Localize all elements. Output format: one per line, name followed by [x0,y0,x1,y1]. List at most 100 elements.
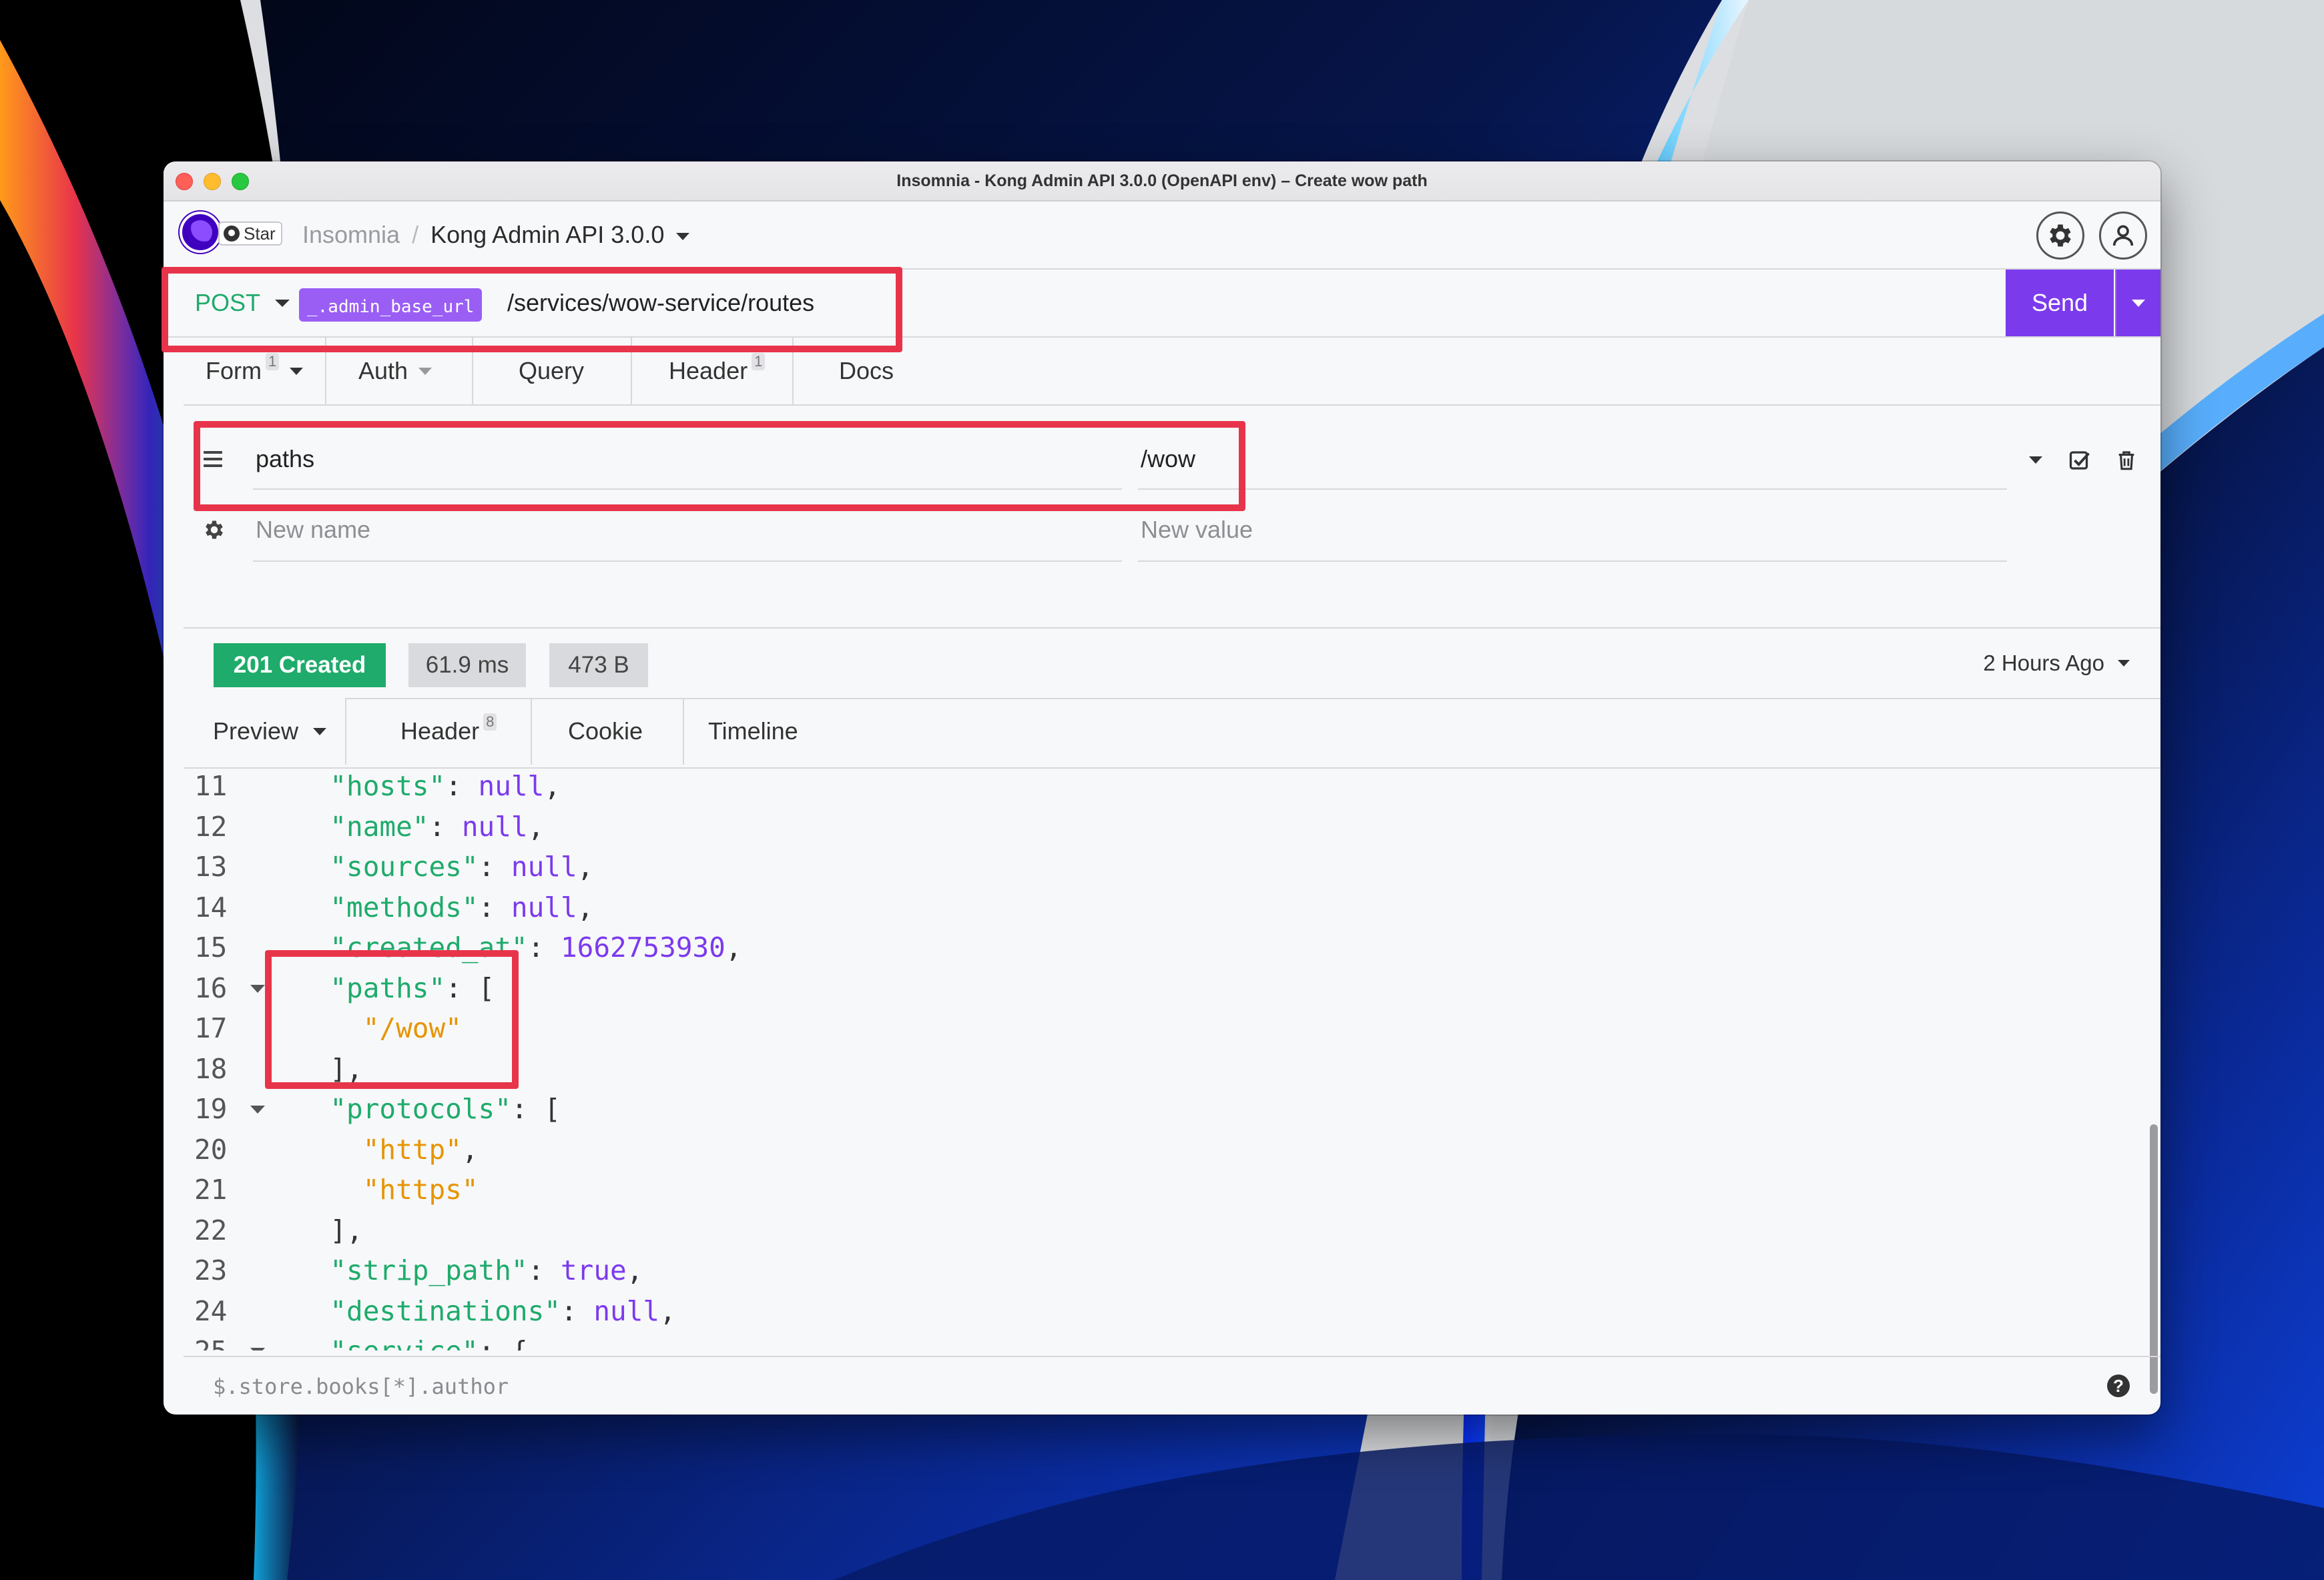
tab-response-header[interactable]: Header 8 [400,698,497,765]
chevron-down-icon [2132,299,2145,307]
app-window: Insomnia - Kong Admin API 3.0.0 (OpenAPI… [164,161,2160,1415]
url-input[interactable]: /services/wow-service/routes [507,270,814,336]
close-window-button[interactable] [176,173,193,190]
breadcrumb-separator: / [412,221,419,248]
breadcrumb: Insomnia / Kong Admin API 3.0.0 [302,202,690,268]
response-history-dropdown[interactable]: 2 Hours Ago [1983,629,2130,698]
code-token: ], [297,1052,363,1085]
code-line: 24 "destinations": null, [184,1291,2160,1331]
window-controls [176,173,249,190]
code-line: 21 "https" [184,1170,2160,1210]
response-time-badge: 61.9 ms [408,643,526,687]
settings-button[interactable] [2036,212,2084,260]
drag-handle-icon[interactable] [204,451,222,471]
tab-timeline[interactable]: Timeline [708,698,798,765]
tab-header[interactable]: Header 1 [669,338,766,404]
tab-count: 1 [266,353,280,370]
code-text: "/wow" [297,1008,462,1048]
response-filter-input[interactable]: $.store.books[*].author [213,1357,509,1415]
response-filter-bar: $.store.books[*].author ? [184,1356,2160,1415]
code-token: "sources" [330,851,479,883]
chevron-down-icon [290,367,304,375]
tab-cookie[interactable]: Cookie [568,698,643,765]
tab-auth[interactable]: Auth [358,338,432,404]
status-badge: 201 Created [214,643,386,687]
response-body-viewer[interactable]: 11 "hosts": null, 12 "name": null, 13 "sou… [184,767,2160,1350]
code-line: 18 ], [184,1049,2160,1089]
code-text: "hosts": null, [297,767,561,806]
tab-count: 1 [752,353,766,370]
code-token: : [428,810,462,843]
minimize-window-button[interactable] [204,173,221,190]
insomnia-logo-icon[interactable] [180,212,221,253]
cog-icon[interactable] [202,518,226,542]
code-token: "name" [330,810,429,843]
env-variable-tag[interactable]: _.admin_base_url [299,288,483,322]
line-number: 22 [194,1214,228,1246]
response-tabs: Preview Header 8 Cookie Timeline [184,698,2160,769]
url-bar: POST _.admin_base_url /services/wow-serv… [164,270,2160,338]
code-token: : [478,891,511,923]
code-token: true [560,1254,627,1286]
send-options-button[interactable] [2115,270,2160,336]
code-token: : [ [511,1093,561,1125]
code-text: "https" [297,1170,479,1210]
code-line: 16 "paths": [ [184,968,2160,1008]
line-number: 17 [194,1012,228,1044]
tab-preview[interactable]: Preview [184,698,346,765]
code-token: , [577,851,594,883]
response-scrollbar[interactable] [2150,1124,2158,1394]
new-param-value-input[interactable]: New value [1141,496,2008,563]
workspace-name: Kong Admin API 3.0.0 [430,221,665,248]
method-dropdown[interactable]: POST [195,270,290,336]
code-token: : [445,770,479,802]
response-status-bar: 201 Created 61.9 ms 473 B 2 Hours Ago [184,627,2160,699]
account-button[interactable] [2099,212,2147,260]
tab-docs[interactable]: Docs [839,338,894,404]
trash-icon[interactable] [2115,448,2138,472]
code-token: "protocols" [330,1093,511,1125]
tab-form[interactable]: Form 1 [184,338,326,404]
code-line: 12 "name": null, [184,807,2160,847]
code-line: 11 "hosts": null, [184,767,2160,806]
line-number: 23 [194,1254,228,1286]
help-icon[interactable]: ? [2107,1374,2130,1397]
code-token: "paths" [330,971,446,1004]
workspace-dropdown[interactable]: Kong Admin API 3.0.0 [430,221,690,249]
code-token: "methods" [330,891,479,923]
new-param-name-input[interactable]: New name [256,496,1123,563]
code-token: "service" [330,1335,478,1350]
code-token: : { [479,1335,528,1350]
tab-label: Cookie [568,717,643,745]
maximize-window-button[interactable] [232,173,249,190]
breadcrumb-app[interactable]: Insomnia [302,221,400,249]
fold-toggle-icon[interactable] [250,984,265,993]
fold-toggle-icon[interactable] [250,1348,265,1350]
code-text: "sources": null, [297,847,593,887]
code-text: "http", [297,1130,479,1170]
github-star-button[interactable]: Star [218,222,282,246]
code-token: , [725,931,742,963]
param-type-dropdown[interactable] [2029,456,2042,464]
code-token: null [511,851,577,883]
line-number: 21 [194,1174,228,1206]
tab-query[interactable]: Query [519,338,584,404]
checkbox-checked-icon[interactable] [2068,448,2092,472]
gear-icon [2050,224,2071,247]
tab-label: Header [400,717,480,745]
line-number: 15 [194,931,228,963]
code-token: , [527,810,545,843]
line-number: 25 [194,1331,234,1350]
send-button[interactable]: Send [2006,270,2114,336]
fold-toggle-icon[interactable] [250,1106,265,1114]
code-token: null [478,770,545,802]
line-number: 14 [194,891,228,923]
param-name-input[interactable]: paths [256,424,1123,494]
user-icon [2112,225,2134,246]
code-token: "http" [362,1133,462,1166]
param-value-input[interactable]: /wow [1141,424,2008,494]
line-number: 24 [194,1294,228,1327]
